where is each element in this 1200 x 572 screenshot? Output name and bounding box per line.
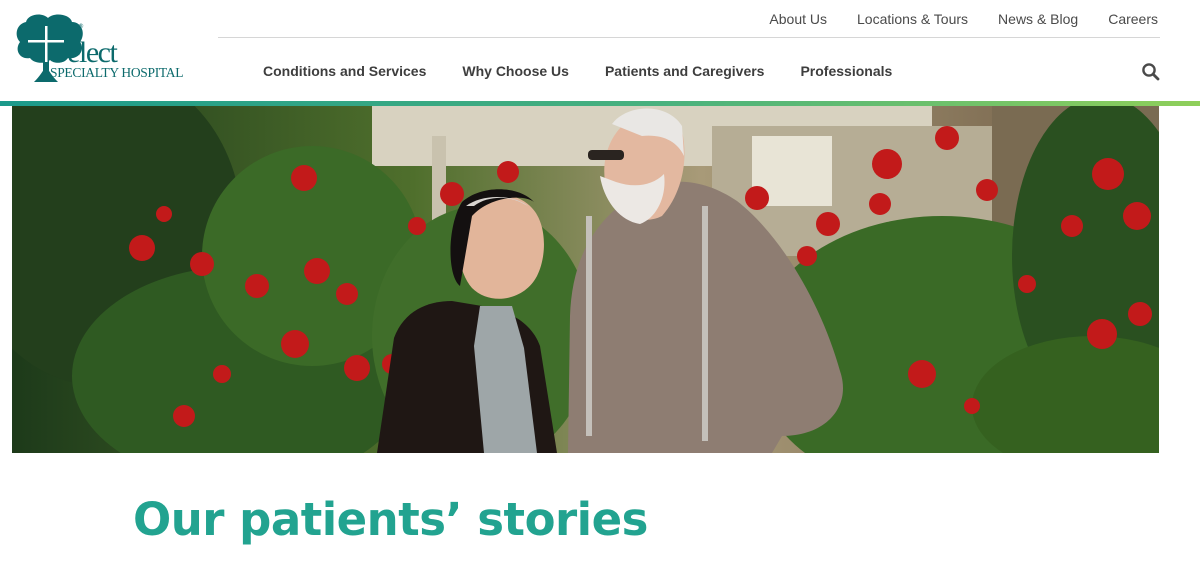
main-nav-professionals[interactable]: Professionals (800, 63, 892, 79)
utility-divider (218, 37, 1160, 38)
search-button[interactable] (1140, 61, 1162, 83)
utility-link-news-blog[interactable]: News & Blog (998, 11, 1078, 27)
hero-photo (12, 106, 1159, 453)
utility-nav: About Us Locations & Tours News & Blog C… (739, 0, 1158, 38)
main-nav-patients-caregivers[interactable]: Patients and Caregivers (605, 63, 765, 79)
main-nav: Conditions and Services Why Choose Us Pa… (263, 52, 928, 90)
site-header: ® Select SPECIALTY HOSPITAL About Us Loc… (0, 0, 1200, 106)
site-logo[interactable]: ® Select SPECIALTY HOSPITAL (12, 12, 192, 84)
hero-image (12, 106, 1159, 453)
search-icon (1142, 63, 1160, 81)
logo-tagline: SPECIALTY HOSPITAL (50, 65, 184, 80)
svg-text:®: ® (78, 23, 84, 30)
main-nav-conditions-services[interactable]: Conditions and Services (263, 63, 426, 79)
utility-link-careers[interactable]: Careers (1108, 11, 1158, 27)
utility-link-about-us[interactable]: About Us (769, 11, 827, 27)
main-nav-why-choose-us[interactable]: Why Choose Us (462, 63, 569, 79)
utility-link-locations-tours[interactable]: Locations & Tours (857, 11, 968, 27)
page-title: Our patients’ stories (133, 493, 648, 546)
logo-wordmark: Select (52, 36, 118, 69)
